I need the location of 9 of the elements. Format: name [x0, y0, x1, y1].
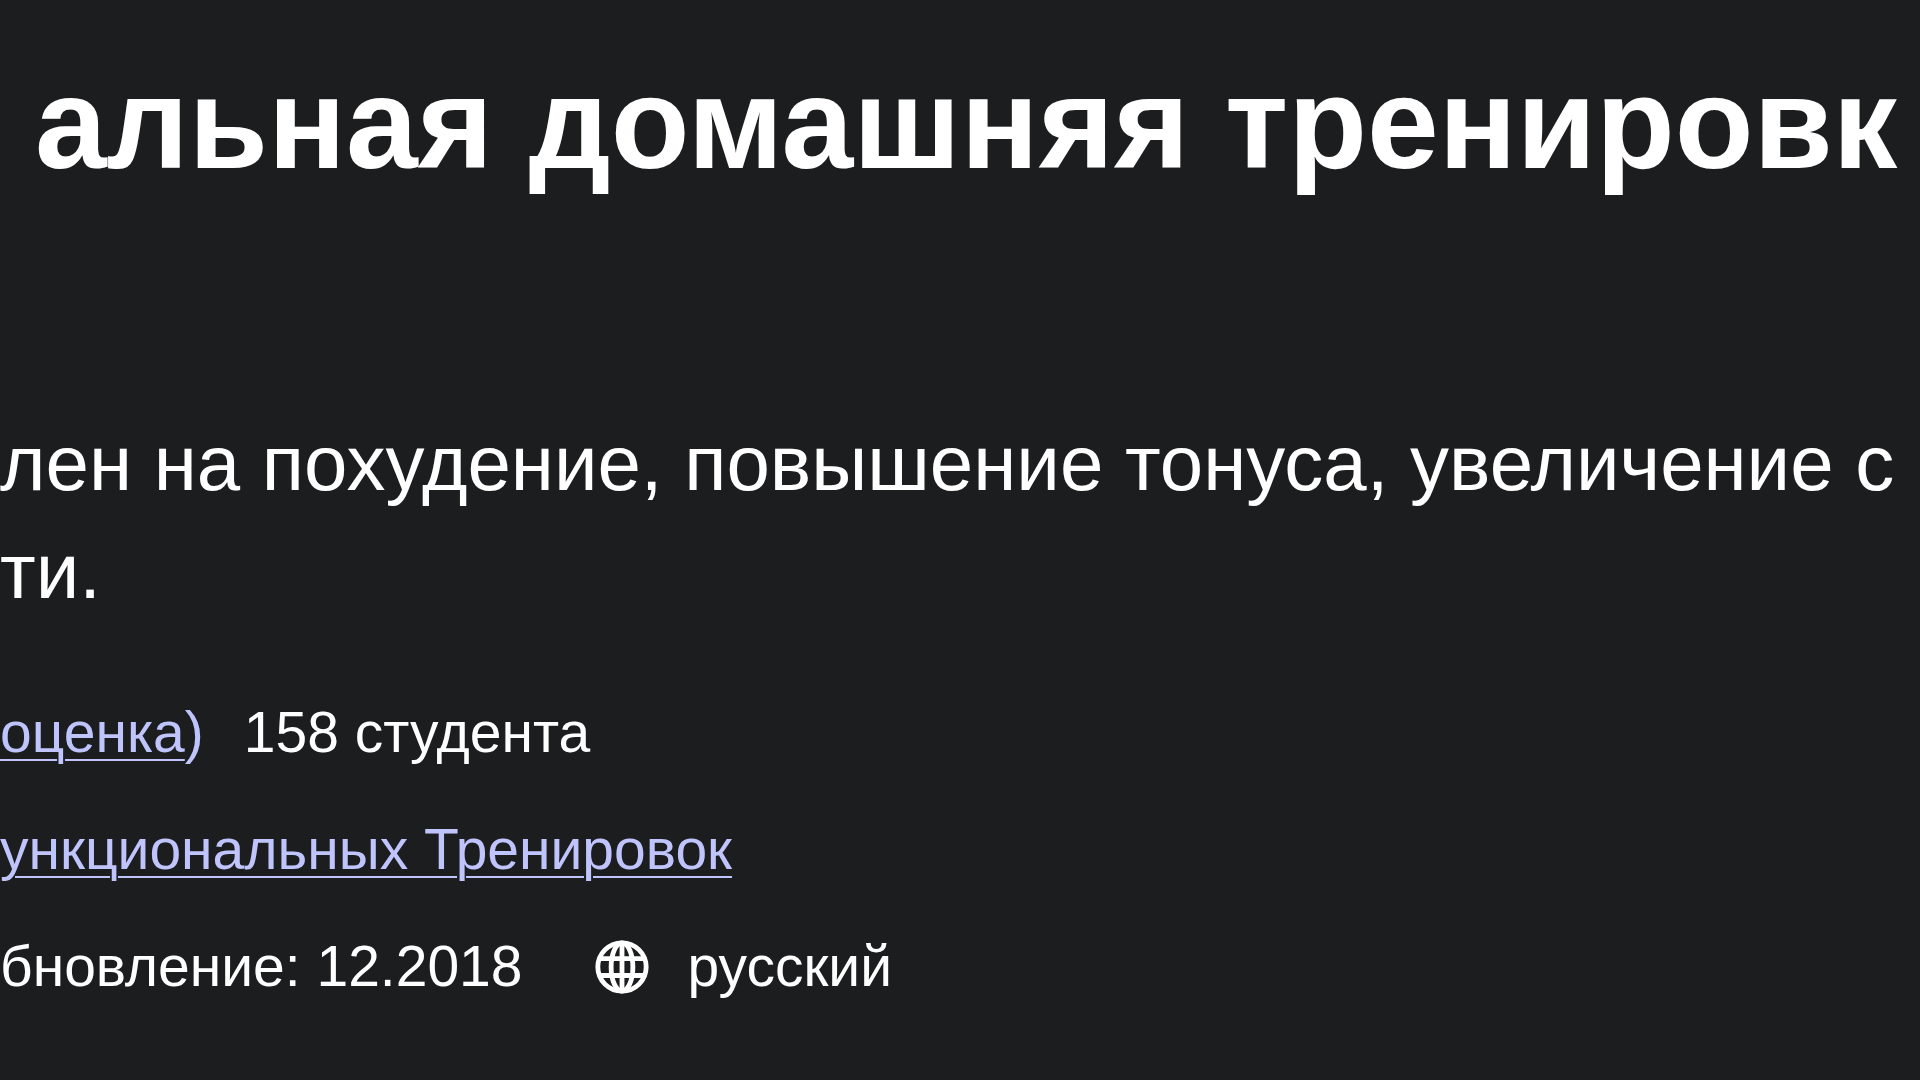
language-text: русский	[687, 933, 893, 1000]
closing-parenthesis: )	[184, 699, 204, 766]
instructor-link[interactable]: ункциональных Тренировок	[0, 791, 733, 908]
student-count: 158 студента	[243, 699, 591, 766]
globe-icon	[592, 937, 651, 996]
course-title: альная домашняя тренировк	[35, 51, 1898, 195]
course-description: лен на похудение, повышение тонуса, увеличение с ти.	[0, 418, 1895, 617]
rating-link[interactable]: оценка	[0, 674, 185, 791]
last-updated-text: бновление: 12.2018	[0, 933, 523, 1000]
